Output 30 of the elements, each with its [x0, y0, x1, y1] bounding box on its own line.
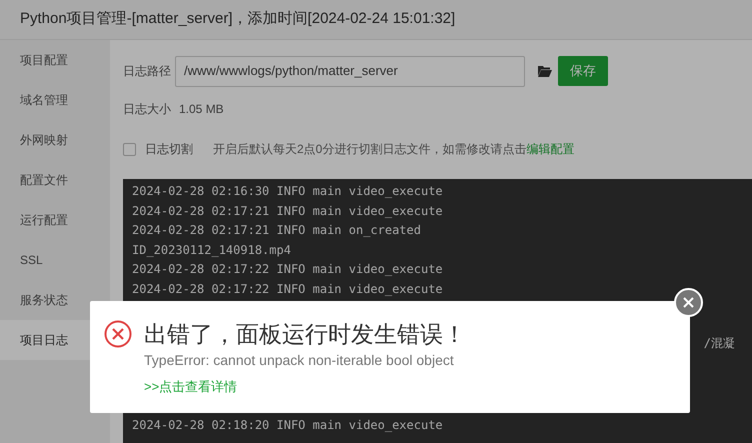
- log-line: 2024-02-28 02:17:22 INFO main video_execute: [132, 261, 443, 278]
- checkbox[interactable]: [123, 142, 136, 156]
- error-message: TypeError: cannot unpack non-iterable bool object: [144, 350, 455, 370]
- sidebar-item[interactable]: 域名管理: [0, 80, 110, 120]
- log-path-field[interactable]: /www/wwwlogs/python/matter_server: [175, 56, 525, 86]
- close-icon: [683, 297, 694, 308]
- sidebar-item[interactable]: 运行配置: [0, 200, 110, 240]
- folder-icon[interactable]: [538, 65, 552, 77]
- sidebar-item[interactable]: 项目配置: [0, 40, 110, 80]
- log-size-value: 1.05 MB: [179, 101, 224, 118]
- log-line: 2024-02-28 02:17:21 INFO main video_execute: [132, 202, 443, 220]
- log-path-label: 日志路径: [123, 63, 171, 80]
- edit-config-link[interactable]: 编辑配置: [526, 142, 574, 156]
- error-icon: [104, 320, 132, 348]
- sidebar-item[interactable]: 配置文件: [0, 160, 110, 200]
- log-line: 2024-02-28 02:16:30 INFO main video_execute: [132, 183, 443, 200]
- log-rotate-label: 日志切割: [145, 141, 193, 158]
- save-button[interactable]: 保存: [558, 56, 608, 86]
- log-line: /混凝: [704, 335, 735, 352]
- log-line: 2024-02-28 02:17:22 INFO main video_execute: [132, 280, 443, 298]
- log-line: ID_20230112_140918.mp4: [132, 242, 291, 259]
- log-rotate-hint: 开启后默认每天2点0分进行切割日志文件，如需修改请点击编辑配置: [213, 141, 574, 158]
- details-link[interactable]: >>点击查看详情: [144, 376, 238, 396]
- log-line: 2024-02-28 02:18:20 INFO main video_execute: [132, 416, 443, 434]
- error-title: 出错了，面板运行时发生错误！: [144, 320, 466, 349]
- sidebar-item[interactable]: SSL: [0, 240, 110, 280]
- log-size-label: 日志大小: [123, 101, 171, 118]
- log-line: 2024-02-28 02:17:21 INFO main on_created: [132, 222, 421, 239]
- window-title: Python项目管理-[matter_server]，添加时间[2024-02-24 15:01:32]: [20, 9, 456, 30]
- sidebar-item[interactable]: 外网映射: [0, 120, 110, 160]
